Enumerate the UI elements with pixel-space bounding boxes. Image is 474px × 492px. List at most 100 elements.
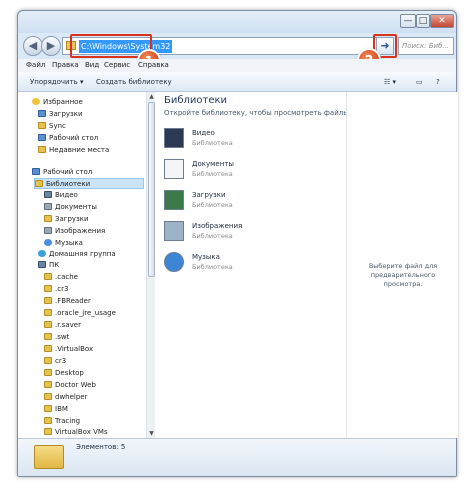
pictures-icon [44, 227, 52, 234]
nav-item[interactable]: .cache [44, 272, 78, 283]
computer-icon [38, 261, 46, 268]
music-icon [164, 252, 184, 272]
page-title: Библиотеки [164, 95, 228, 106]
nav-item[interactable]: .oracle_jre_usage [44, 308, 116, 319]
nav-item[interactable]: Загрузки [44, 214, 89, 225]
nav-item[interactable]: .VirtualBox [44, 344, 93, 355]
nav-desktop[interactable]: Рабочий стол [32, 167, 92, 178]
details-pane: Элементов: 5 [18, 438, 456, 476]
nav-homegroup[interactable]: Домашняя группа [38, 249, 116, 260]
minimize-button[interactable]: — [400, 14, 416, 28]
nav-item[interactable]: Изображения [44, 226, 105, 237]
item-count: Элементов: 5 [76, 443, 126, 451]
nav-item[interactable]: cr3 [44, 356, 66, 367]
toolbar: Упорядочить ▾ Создать библиотеку ☷ ▾ ▭ ? [18, 72, 456, 92]
back-button[interactable]: ◀ [23, 36, 43, 56]
menu-help[interactable]: Справка [138, 59, 169, 72]
nav-item[interactable]: Музыка [44, 238, 83, 249]
libraries-icon [35, 180, 43, 187]
nav-item[interactable]: Desktop [44, 368, 84, 379]
video-icon [44, 191, 52, 198]
search-input[interactable]: Поиск: Биб... [398, 37, 454, 55]
help-icon[interactable]: ? [436, 72, 440, 92]
library-name: Видео [192, 129, 215, 137]
folder-icon [44, 405, 52, 412]
nav-item[interactable]: .r.saver [44, 320, 81, 331]
nav-item[interactable]: .FBReader [44, 296, 91, 307]
homegroup-icon [38, 250, 46, 257]
folder-icon [44, 393, 52, 400]
organize-button[interactable]: Упорядочить ▾ [30, 72, 84, 92]
documents-icon [164, 159, 184, 179]
menu-tools[interactable]: Сервис [104, 59, 130, 72]
recent-places-icon [38, 146, 46, 153]
menu-edit[interactable]: Правка [52, 59, 79, 72]
scroll-thumb[interactable] [148, 102, 155, 277]
main-pane: Библиотеки Откройте библиотеку, чтобы пр… [156, 92, 364, 438]
desktop-icon [32, 168, 40, 175]
nav-item[interactable]: .swt [44, 332, 69, 343]
preview-pane-icon[interactable]: ▭ [416, 72, 423, 92]
folder-icon [44, 357, 52, 364]
menu-bar: Файл Правка Вид Сервис Справка [18, 59, 456, 72]
explorer-window: — □ ✕ ◀ ▶ C:\Windows\System32 ➜ Поиск: Б… [17, 10, 458, 477]
address-row: ◀ ▶ C:\Windows\System32 ➜ Поиск: Биб... [18, 33, 456, 59]
video-icon [164, 128, 184, 148]
content-area: Избранное Загрузки Sync Рабочий стол Нед… [18, 92, 458, 438]
folder-icon [44, 273, 52, 280]
menu-view[interactable]: Вид [85, 59, 99, 72]
downloads-icon [164, 190, 184, 210]
library-type: Библиотека [192, 263, 233, 271]
new-library-button[interactable]: Создать библиотеку [96, 72, 172, 92]
library-type: Библиотека [192, 201, 233, 209]
folder-icon [44, 369, 52, 376]
close-button[interactable]: ✕ [430, 14, 454, 28]
nav-item[interactable]: Видео [44, 190, 78, 201]
nav-item[interactable]: Рабочий стол [38, 133, 98, 144]
preview-pane: Выберите файл для предварительного просм… [346, 92, 458, 438]
nav-item[interactable]: Загрузки [38, 109, 83, 120]
title-bar: — □ ✕ [18, 11, 456, 33]
folder-icon [44, 309, 52, 316]
nav-item[interactable]: Документы [44, 202, 97, 213]
documents-icon [44, 203, 52, 210]
nav-scrollbar[interactable]: ▲ ▼ [146, 92, 155, 438]
library-name: Загрузки [192, 191, 226, 199]
library-name: Документы [192, 160, 234, 168]
library-type: Библиотека [192, 170, 233, 178]
forward-button[interactable]: ▶ [41, 36, 61, 56]
folder-icon [44, 381, 52, 388]
nav-item[interactable]: IBM [44, 404, 68, 415]
nav-item[interactable]: .cr3 [44, 284, 68, 295]
navigation-pane: Избранное Загрузки Sync Рабочий стол Нед… [18, 92, 146, 438]
folder-icon [34, 445, 64, 469]
folder-icon [44, 417, 52, 424]
scroll-up-icon[interactable]: ▲ [147, 92, 156, 101]
downloads-icon [38, 110, 46, 117]
nav-pc[interactable]: ПК [38, 260, 59, 271]
folder-icon [44, 285, 52, 292]
folder-icon [44, 297, 52, 304]
nav-item[interactable]: dwhelper [44, 392, 87, 403]
star-icon [32, 98, 40, 105]
nav-item[interactable]: Doctor Web [44, 380, 96, 391]
nav-item[interactable]: Tracing [44, 416, 80, 427]
menu-file[interactable]: Файл [26, 59, 45, 72]
scroll-down-icon[interactable]: ▼ [147, 429, 156, 438]
nav-libraries[interactable]: Библиотеки [34, 178, 144, 189]
folder-icon [44, 333, 52, 340]
view-options-icon[interactable]: ☷ ▾ [384, 72, 396, 92]
nav-item[interactable]: Sync [38, 121, 66, 132]
maximize-button[interactable]: □ [416, 14, 430, 28]
folder-icon [44, 428, 52, 435]
nav-item[interactable]: Недавние места [38, 145, 109, 156]
nav-favorites[interactable]: Избранное [32, 97, 83, 108]
library-type: Библиотека [192, 232, 233, 240]
downloads-icon [44, 215, 52, 222]
library-type: Библиотека [192, 139, 233, 147]
music-icon [44, 239, 52, 246]
preview-message: Выберите файл для предварительного просм… [368, 262, 438, 288]
desktop-icon [38, 134, 46, 141]
pictures-icon [164, 221, 184, 241]
nav-item[interactable]: VirtualBox VMs [44, 427, 108, 438]
